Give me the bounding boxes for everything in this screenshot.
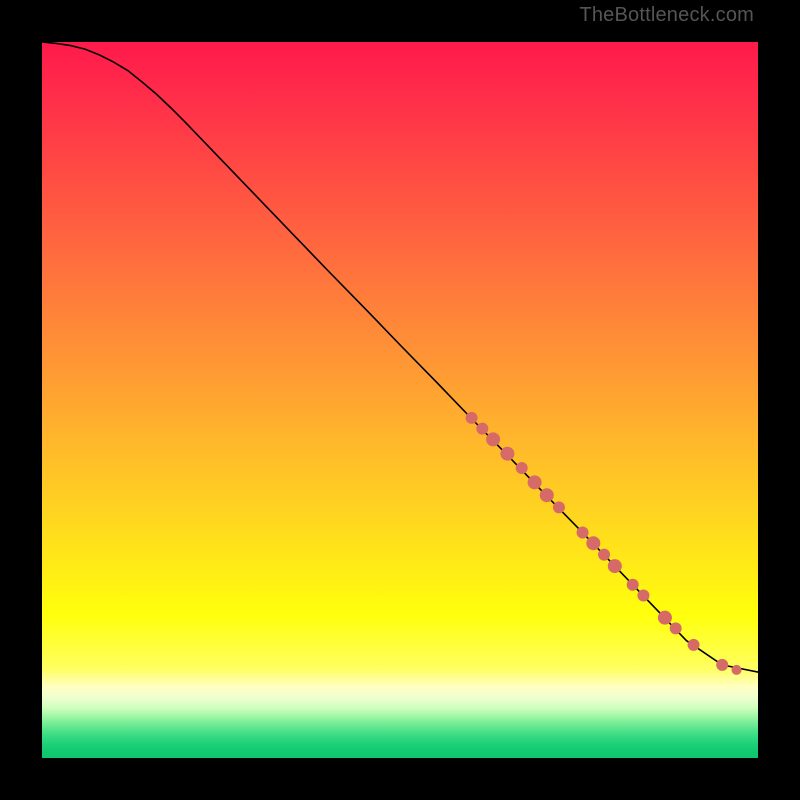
data-marker xyxy=(516,462,528,474)
data-marker xyxy=(486,432,500,446)
data-marker xyxy=(500,447,514,461)
data-marker xyxy=(528,475,542,489)
chart-stage: TheBottleneck.com xyxy=(0,0,800,800)
data-marker xyxy=(540,488,554,502)
marker-group xyxy=(466,412,742,675)
chart-overlay xyxy=(42,42,758,758)
data-marker xyxy=(466,412,478,424)
data-marker xyxy=(688,639,700,651)
data-marker xyxy=(586,536,600,550)
data-marker xyxy=(637,589,649,601)
data-marker xyxy=(670,622,682,634)
data-marker xyxy=(608,559,622,573)
data-marker xyxy=(598,549,610,561)
watermark-text: TheBottleneck.com xyxy=(579,4,754,27)
data-marker xyxy=(553,501,565,513)
data-marker xyxy=(627,579,639,591)
data-marker xyxy=(577,526,589,538)
plot-area xyxy=(42,42,758,758)
data-marker xyxy=(716,659,728,671)
data-marker xyxy=(476,423,488,435)
data-marker xyxy=(658,611,672,625)
data-marker xyxy=(732,665,742,675)
curve-line xyxy=(42,42,758,672)
